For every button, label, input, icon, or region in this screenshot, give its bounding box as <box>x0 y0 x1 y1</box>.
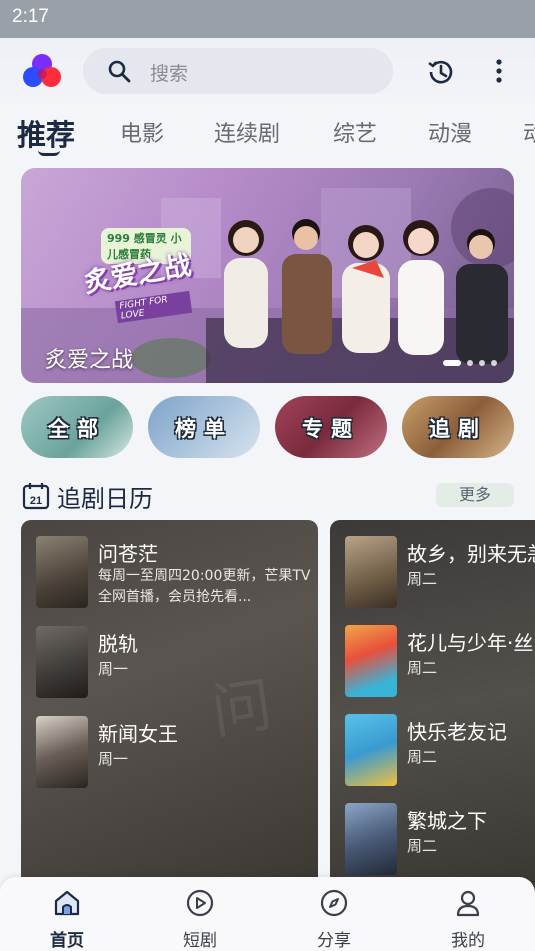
show-day: 周二 <box>407 659 438 677</box>
play-circle-icon <box>186 889 214 917</box>
list-item[interactable]: 繁城之下 周二 <box>345 803 535 881</box>
show-day: 周二 <box>407 837 438 855</box>
search-placeholder: 搜索 <box>150 63 189 85</box>
banner-cast-image <box>206 219 514 383</box>
show-poster <box>345 536 397 608</box>
show-name: 问苍茫 <box>98 542 158 566</box>
top-header: 搜索 <box>0 38 535 104</box>
app-logo-icon[interactable] <box>22 52 62 90</box>
nav-profile[interactable]: 我的 <box>438 885 498 951</box>
tab-variety[interactable]: 综艺 <box>333 116 377 148</box>
user-icon <box>456 890 480 917</box>
search-icon <box>108 60 131 83</box>
list-item[interactable]: 花儿与少年·丝 周二 <box>345 625 535 703</box>
status-time: 2:17 <box>12 6 49 27</box>
category-following[interactable]: 追剧 <box>402 396 514 458</box>
category-label: 追剧 <box>429 417 487 441</box>
pagination-dot[interactable] <box>467 360 473 366</box>
calendar-icon: 21 <box>22 483 50 510</box>
show-poster <box>345 625 397 697</box>
show-name: 快乐老友记 <box>407 720 507 744</box>
home-icon <box>54 890 80 916</box>
tab-next[interactable]: 动 <box>523 116 535 148</box>
nav-short-drama[interactable]: 短剧 <box>170 885 230 951</box>
pagination-dot[interactable] <box>479 360 485 366</box>
list-item[interactable]: 脱轨 周一 <box>36 626 311 706</box>
category-label: 榜单 <box>175 417 233 441</box>
history-icon[interactable] <box>425 56 457 88</box>
bottom-navigation: 首页 短剧 分享 我的 <box>0 877 535 951</box>
show-poster <box>36 626 88 698</box>
list-item[interactable]: 故乡，别来无恙 周二 <box>345 536 535 614</box>
pagination-dot-active[interactable] <box>443 360 461 366</box>
tab-anime[interactable]: 动漫 <box>428 116 472 148</box>
hero-banner[interactable]: 999 感冒灵 小儿感冒药 炙爱之战 FIGHT FOR LOVE 炙爱之战 <box>21 168 514 383</box>
section-title: 追剧日历 <box>57 485 153 513</box>
show-day: 周一 <box>98 660 129 678</box>
status-bar: 2:17 <box>0 0 535 38</box>
tab-recommend[interactable]: 推荐 <box>17 112 75 154</box>
show-logo-subtitle: FIGHT FOR LOVE <box>114 290 193 324</box>
list-item[interactable]: 快乐老友记 周二 <box>345 714 535 792</box>
show-poster <box>36 716 88 788</box>
show-description: 每周一至周四20:00更新，芒果TV全网首播，会员抢先看... <box>98 568 311 605</box>
show-name: 故乡，别来无恙 <box>407 542 535 566</box>
list-item[interactable]: 问苍茫 每周一至周四20:00更新，芒果TV全网首播，会员抢先看... <box>36 536 311 616</box>
show-name: 花儿与少年·丝 <box>407 631 534 655</box>
nav-label: 分享 <box>317 931 351 951</box>
nav-home[interactable]: 首页 <box>37 885 97 951</box>
show-logo-text: 炙爱之战 <box>81 249 194 300</box>
nav-label: 短剧 <box>183 931 217 951</box>
show-day: 周二 <box>407 570 438 588</box>
show-name: 繁城之下 <box>407 809 487 833</box>
calendar-card-right[interactable]: 故乡，别来无恙 周二 花儿与少年·丝 周二 快乐老友记 周二 繁城之下 周二 <box>330 520 535 892</box>
pagination-dot[interactable] <box>491 360 497 366</box>
tab-series[interactable]: 连续剧 <box>214 116 280 148</box>
nav-label: 我的 <box>451 931 485 951</box>
compass-icon <box>320 889 348 917</box>
more-vertical-icon[interactable] <box>488 56 510 88</box>
show-logo: 999 感冒灵 小儿感冒药 炙爱之战 FIGHT FOR LOVE <box>71 228 194 324</box>
calendar-card-left[interactable]: 问 问苍茫 每周一至周四20:00更新，芒果TV全网首播，会员抢先看... 脱轨… <box>21 520 318 892</box>
search-bar[interactable]: 搜索 <box>83 48 393 94</box>
calendar-icon-day: 21 <box>30 495 42 507</box>
nav-label: 首页 <box>50 931 84 951</box>
category-rankings[interactable]: 榜单 <box>148 396 260 458</box>
show-name: 脱轨 <box>98 632 138 656</box>
show-poster <box>345 714 397 786</box>
show-poster <box>36 536 88 608</box>
banner-title: 炙爱之战 <box>45 348 134 373</box>
category-label: 全部 <box>48 417 106 441</box>
active-tab-indicator <box>38 150 60 156</box>
show-day: 周一 <box>98 750 129 768</box>
tab-movies[interactable]: 电影 <box>120 116 164 148</box>
show-name: 新闻女王 <box>98 722 178 746</box>
list-item[interactable]: 新闻女王 周一 <box>36 716 311 796</box>
category-all[interactable]: 全部 <box>21 396 133 458</box>
category-label: 专题 <box>302 417 360 441</box>
show-poster <box>345 803 397 875</box>
category-topics[interactable]: 专题 <box>275 396 387 458</box>
nav-share[interactable]: 分享 <box>304 885 364 951</box>
show-day: 周二 <box>407 748 438 766</box>
category-tabs: 推荐 电影 连续剧 综艺 动漫 动 <box>0 104 535 164</box>
more-button[interactable]: 更多 <box>436 483 514 507</box>
